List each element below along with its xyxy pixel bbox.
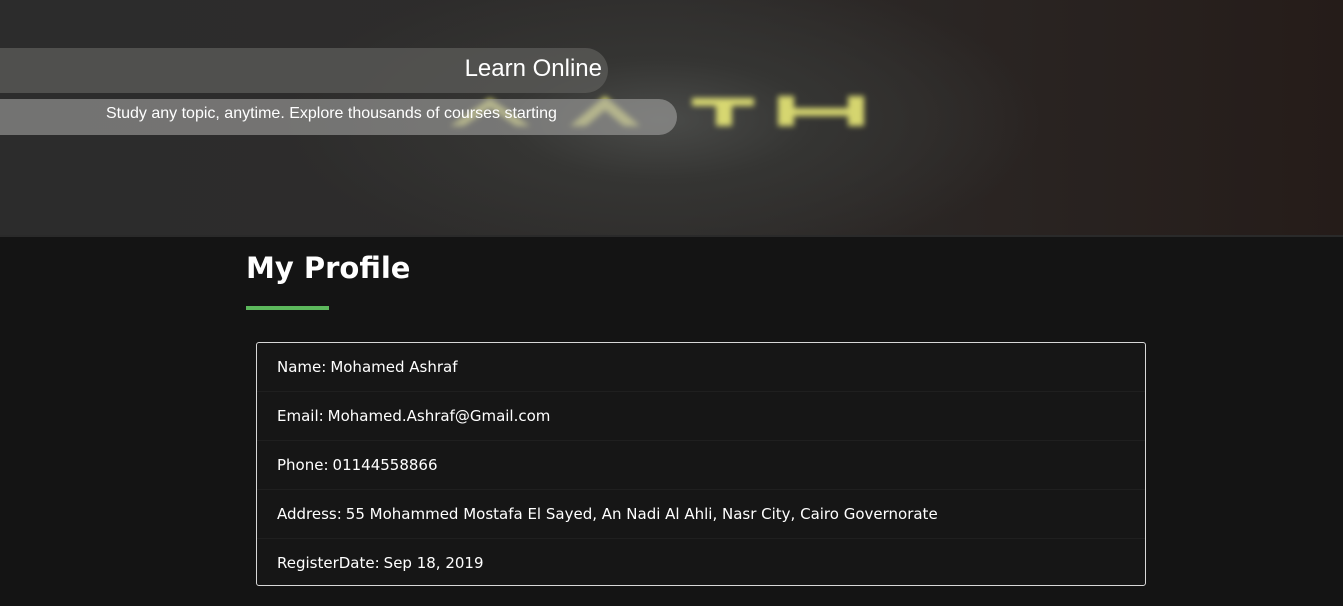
hero-banner: Learn Online Study any topic, anytime. E… bbox=[0, 0, 1343, 237]
address-value: 55 Mohammed Mostafa El Sayed, An Nadi Al… bbox=[345, 505, 938, 523]
hero-subtitle: Study any topic, anytime. Explore thousa… bbox=[106, 105, 557, 122]
register-date-label: RegisterDate: bbox=[277, 553, 380, 572]
name-label: Name: bbox=[277, 358, 327, 376]
title-underline bbox=[246, 306, 329, 310]
register-date-value: Sep 18, 2019 bbox=[383, 553, 484, 572]
profile-row-name: Name: Mohamed Ashraf bbox=[257, 343, 1145, 392]
email-value: Mohamed.Ashraf@Gmail.com bbox=[327, 407, 551, 425]
email-label: Email: bbox=[277, 407, 324, 425]
page-title: My Profile bbox=[246, 251, 411, 285]
hero-title: Learn Online bbox=[464, 55, 602, 82]
hero-subtitle-banner: Study any topic, anytime. Explore thousa… bbox=[0, 99, 677, 135]
profile-row-email: Email: Mohamed.Ashraf@Gmail.com bbox=[257, 392, 1145, 441]
phone-label: Phone: bbox=[277, 456, 329, 474]
phone-value: 01144558866 bbox=[332, 456, 438, 474]
profile-row-phone: Phone: 01144558866 bbox=[257, 441, 1145, 490]
profile-row-address: Address: 55 Mohammed Mostafa El Sayed, A… bbox=[257, 490, 1145, 539]
hero-title-banner: Learn Online bbox=[0, 48, 608, 93]
address-label: Address: bbox=[277, 505, 342, 523]
profile-card: Name: Mohamed Ashraf Email: Mohamed.Ashr… bbox=[256, 342, 1146, 586]
name-value: Mohamed Ashraf bbox=[330, 358, 458, 376]
profile-row-register-date: RegisterDate: Sep 18, 2019 bbox=[257, 539, 1145, 586]
